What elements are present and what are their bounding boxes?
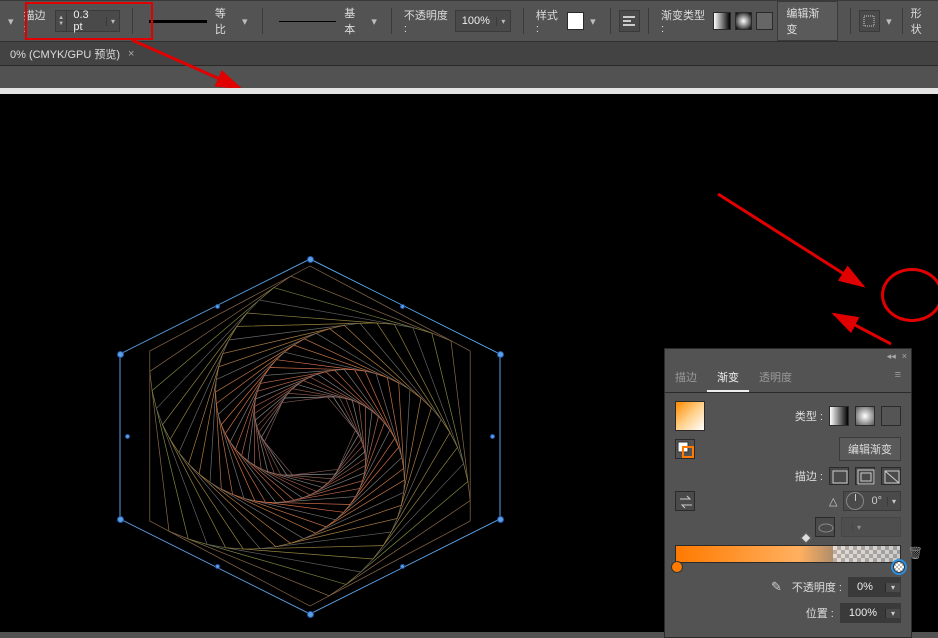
- fill-stroke-toggle-icon[interactable]: [675, 439, 695, 459]
- style-swatch[interactable]: [567, 12, 584, 30]
- panel-collapse-icon[interactable]: ◂◂: [887, 351, 896, 362]
- gradient-type-group: 渐变类型 : 编辑渐变: [657, 1, 842, 41]
- close-tab-icon[interactable]: ×: [128, 48, 134, 60]
- transform-dropdown[interactable]: ▾: [884, 15, 894, 28]
- shape-label: 形状: [911, 5, 932, 37]
- stroke-apply-label: 描边 :: [795, 468, 823, 484]
- anchor-point[interactable]: [125, 434, 130, 439]
- panel-close-icon[interactable]: ×: [902, 351, 907, 362]
- anchor-point[interactable]: [215, 304, 220, 309]
- tab-gradient[interactable]: 渐变: [707, 364, 749, 392]
- edit-gradient-button[interactable]: 编辑渐变: [777, 1, 837, 41]
- angle-input[interactable]: 0° ▾: [843, 491, 901, 511]
- angle-icon: △: [829, 495, 837, 508]
- style-group: 样式 : ▾: [532, 7, 602, 35]
- aspect-ratio-icon[interactable]: [815, 517, 835, 537]
- opacity-label: 不透明度 :: [404, 7, 451, 35]
- edit-gradient-button-panel[interactable]: 编辑渐变: [839, 437, 901, 461]
- stepper-arrows-icon[interactable]: ▲▼: [56, 11, 68, 31]
- stop-location-value: 100%: [841, 607, 885, 619]
- document-tab-title: 0% (CMYK/GPU 预览): [10, 46, 120, 62]
- opacity-dropdown[interactable]: ▾: [496, 17, 510, 26]
- radial-gradient-swatch[interactable]: [735, 12, 752, 30]
- radial-gradient-icon[interactable]: [855, 406, 875, 426]
- stop-location-input[interactable]: 100% ▾: [840, 603, 901, 623]
- style-label: 样式 :: [536, 7, 563, 35]
- profile-preview-icon: [149, 20, 207, 23]
- selection-handle[interactable]: [307, 611, 314, 618]
- hexagon-artwork[interactable]: [100, 244, 520, 624]
- aspect-input: ▾: [841, 517, 901, 537]
- panel-body: 类型 : 编辑渐变 描边 :: [665, 393, 911, 637]
- freeform-gradient-swatch[interactable]: [756, 12, 773, 30]
- type-label: 类型 :: [795, 408, 823, 424]
- anchor-point[interactable]: [400, 564, 405, 569]
- transform-icon[interactable]: [859, 10, 880, 32]
- opacity-value: 100%: [456, 15, 496, 27]
- angle-dropdown[interactable]: ▾: [887, 497, 900, 506]
- profile-dropdown[interactable]: ▾: [240, 15, 250, 28]
- stop-opacity-value: 0%: [849, 581, 885, 593]
- stroke-weight-value: 0.3 pt: [67, 9, 105, 33]
- gradient-preview-swatch[interactable]: [675, 401, 705, 431]
- stroke-weight-input[interactable]: ▲▼ 0.3 pt ▾: [55, 10, 120, 32]
- stop-opacity-label: 不透明度 :: [792, 579, 842, 595]
- stroke-along-icon[interactable]: [855, 467, 875, 485]
- stroke-label: 描边 :: [24, 7, 51, 35]
- artboard[interactable]: ◂◂ × 描边 渐变 透明度 ≡ 类型 :: [0, 94, 938, 632]
- style-dropdown[interactable]: ▾: [588, 15, 598, 28]
- freeform-gradient-icon[interactable]: [881, 406, 901, 426]
- annotation-arrow-2: [708, 186, 878, 296]
- gradient-slider[interactable]: 🗑: [675, 545, 901, 563]
- anchor-point[interactable]: [490, 434, 495, 439]
- selection-handle[interactable]: [117, 351, 124, 358]
- gradient-stop-left[interactable]: [671, 561, 683, 573]
- brush-group: 基本 ▾: [271, 5, 383, 37]
- anchor-point[interactable]: [400, 304, 405, 309]
- gradient-panel: ◂◂ × 描边 渐变 透明度 ≡ 类型 :: [664, 348, 912, 638]
- profile-label: 等比: [215, 5, 236, 37]
- stop-opacity-dropdown[interactable]: ▾: [885, 583, 900, 592]
- gradient-stop-right[interactable]: [893, 561, 905, 573]
- reverse-gradient-icon[interactable]: [675, 491, 695, 511]
- profile-group: 等比 ▾: [141, 5, 253, 37]
- stroke-across-icon[interactable]: [881, 467, 901, 485]
- control-bar: ▾ 描边 : ▲▼ 0.3 pt ▾ 等比 ▾ 基本 ▾ 不透明度 : 100%…: [0, 0, 938, 42]
- annotation-arrow-3: [826, 309, 896, 349]
- anchor-point[interactable]: [215, 564, 220, 569]
- delete-stop-icon[interactable]: 🗑: [908, 546, 923, 560]
- align-icon[interactable]: [619, 10, 640, 32]
- brush-dropdown[interactable]: ▾: [369, 15, 379, 28]
- stop-location-label: 位置 :: [806, 605, 834, 621]
- brush-label: 基本: [344, 5, 365, 37]
- selection-handle[interactable]: [497, 516, 504, 523]
- tab-opacity[interactable]: 透明度: [749, 364, 802, 392]
- selection-handle[interactable]: [497, 351, 504, 358]
- stroke-group: 描边 : ▲▼ 0.3 pt ▾: [20, 7, 125, 35]
- panel-menu-icon[interactable]: ≡: [885, 364, 911, 392]
- opacity-group: 不透明度 : 100% ▾: [400, 7, 515, 35]
- opacity-input[interactable]: 100% ▾: [455, 10, 511, 32]
- linear-gradient-icon[interactable]: [829, 406, 849, 426]
- canvas-area: ◂◂ × 描边 渐变 透明度 ≡ 类型 :: [0, 88, 938, 632]
- angle-dial-icon[interactable]: [846, 492, 864, 510]
- selection-handle[interactable]: [307, 256, 314, 263]
- angle-value: 0°: [866, 495, 887, 507]
- stroke-within-icon[interactable]: [829, 467, 849, 485]
- prev-tool-dropdown[interactable]: ▾: [6, 15, 16, 28]
- brush-preview-icon: [279, 21, 337, 22]
- document-tab[interactable]: 0% (CMYK/GPU 预览) ×: [0, 42, 144, 65]
- tab-stroke[interactable]: 描边: [665, 364, 707, 392]
- stroke-weight-dropdown[interactable]: ▾: [106, 17, 119, 26]
- panel-tab-bar: 描边 渐变 透明度 ≡: [665, 364, 911, 393]
- document-tab-bar: 0% (CMYK/GPU 预览) ×: [0, 42, 938, 66]
- stop-location-dropdown[interactable]: ▾: [885, 609, 900, 618]
- stop-opacity-input[interactable]: 0% ▾: [848, 577, 901, 597]
- linear-gradient-swatch[interactable]: [713, 12, 730, 30]
- gradient-type-label: 渐变类型 :: [661, 7, 709, 35]
- annotation-red-circle: [881, 268, 938, 322]
- eyedropper-icon[interactable]: ✎: [771, 579, 782, 595]
- selection-handle[interactable]: [117, 516, 124, 523]
